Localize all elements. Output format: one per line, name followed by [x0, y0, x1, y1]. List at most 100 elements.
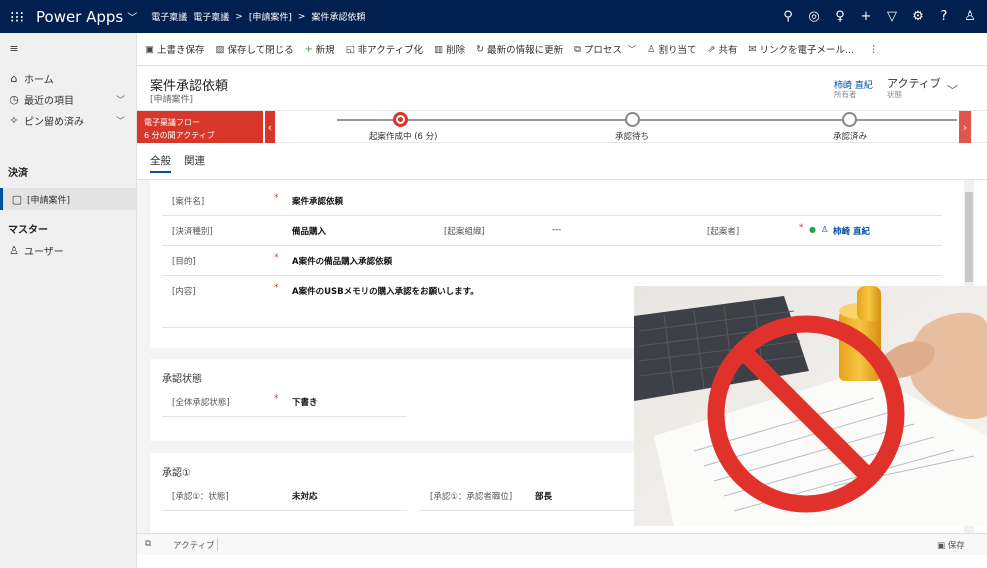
required-mark: * [274, 283, 279, 293]
process-flow-badge[interactable]: 電子稟議フロー 6 分の間アクティブ [137, 111, 263, 144]
sidebar-item-pinned[interactable]: ✧ ピン留め済み ﹀ [0, 113, 137, 128]
drafter-link[interactable]: 柿崎 直紀 [833, 225, 870, 237]
delete-button[interactable]: ▥ 削除 [434, 42, 466, 57]
field-row-type: [決済種別] 備品購入 [起案組織] --- [起案者] * ● ♙ 柿崎 直紀 [162, 216, 942, 246]
header-expand-icon[interactable]: ﹀ [947, 82, 958, 98]
status-label: 状態 [887, 90, 902, 99]
process-label: プロセス [583, 45, 622, 56]
required-mark: * [799, 223, 804, 233]
chevron-down-icon: ﹀ [115, 117, 125, 127]
breadcrumb-entity[interactable]: [申請案件] [249, 10, 292, 23]
bpf-next-arrow[interactable]: › [959, 111, 971, 144]
person-icon: ♙ [9, 244, 19, 257]
email-link-label: リンクを電子メール... [759, 45, 854, 56]
tab-related[interactable]: 関連 [184, 153, 205, 168]
scrollbar-thumb[interactable] [965, 192, 973, 282]
new-button[interactable]: + 新規 [304, 42, 335, 57]
chevron-down-icon: ﹀ [627, 44, 636, 54]
share-button[interactable]: ⇗ 共有 [707, 42, 737, 57]
save-close-button[interactable]: ▨ 保存して閉じる [216, 42, 294, 57]
pin-icon: ✧ [9, 114, 19, 127]
sidebar-item-label: 最近の項目 [24, 96, 74, 107]
form-tabs: 全般 関連 [137, 143, 987, 180]
section-title: 承認状態 [162, 374, 202, 385]
chevron-down-icon: ﹀ [127, 13, 138, 24]
stage-3-label[interactable]: 承認済み [833, 130, 867, 142]
field-value[interactable]: 未対応 [292, 490, 318, 502]
refresh-label: 最新の情報に更新 [487, 45, 564, 56]
field-value[interactable]: 部長 [535, 490, 552, 502]
field-overall-status[interactable]: [全体承認状態] * 下書き [162, 387, 407, 417]
stage-2-label[interactable]: 承認待ち [615, 130, 649, 142]
filter-icon[interactable]: ▽ [879, 9, 905, 24]
search-icon[interactable]: ⚲ [775, 9, 801, 24]
app-launcher-icon[interactable]: ⁝⁝⁝ [0, 0, 34, 33]
save-button[interactable]: ▣ 上書き保存 [145, 42, 205, 57]
field-label: [決済種別] [172, 227, 213, 237]
field-value[interactable]: --- [552, 225, 561, 235]
top-icons: ⚲ ◎ ♀ + ▽ ⚙ ? ♙ [775, 0, 983, 33]
add-icon[interactable]: + [853, 9, 879, 24]
app-name: Power Apps [36, 7, 124, 26]
required-mark: * [274, 193, 279, 203]
lightbulb-icon[interactable]: ♀ [827, 9, 853, 24]
expand-icon[interactable]: ⧉ [145, 539, 151, 549]
field-a1-status[interactable]: [承認①：状態] 未対応 [162, 481, 407, 511]
save-icon: ▣ [145, 43, 154, 55]
sidebar-item-label: ユーザー [24, 247, 64, 258]
stamp-photo-illustration [634, 286, 987, 526]
sidebar-group-settlement: 決済 [8, 168, 28, 179]
field-value[interactable]: A案件の備品購入承認依頼 [292, 255, 392, 267]
field-purpose[interactable]: [目的] * A案件の備品購入承認依頼 [162, 246, 942, 276]
field-value[interactable]: A案件のUSBメモリの購入承認をお願いします。 [292, 285, 479, 297]
breadcrumb-root[interactable]: 電子稟議 [151, 10, 187, 23]
more-commands-icon[interactable]: ⋮ [869, 44, 879, 55]
user-icon[interactable]: ♙ [957, 9, 983, 24]
flow-name: 電子稟議フロー [144, 118, 200, 127]
refresh-button[interactable]: ↻ 最新の情報に更新 [476, 42, 564, 57]
field-label: [起案者] [707, 227, 740, 237]
process-icon: ⧉ [574, 43, 581, 55]
command-bar: ▣ 上書き保存 ▨ 保存して閉じる + 新規 ◱ 非アクティブ化 ▥ 削除 ↻ 最新の情報に… [137, 33, 987, 66]
sidebar-item-label: ホーム [24, 75, 54, 86]
assign-label: 割り当て [658, 45, 697, 56]
field-case-name[interactable]: [案件名] * 案件承認依頼 [162, 186, 942, 216]
process-button[interactable]: ⧉ プロセス ﹀ [574, 42, 636, 57]
clock-icon: ◷ [9, 93, 19, 106]
delete-label: 削除 [446, 45, 466, 56]
stage-1-label[interactable]: 起案作成中 (6 分) [369, 130, 437, 142]
menu-icon: ≡ [9, 42, 19, 55]
section-title: 承認① [162, 468, 191, 479]
tab-general[interactable]: 全般 [150, 153, 171, 173]
settings-icon[interactable]: ⚙ [905, 9, 931, 24]
assign-button[interactable]: ♙ 割り当て [647, 42, 697, 57]
sidebar-item-requests[interactable]: ▢ [申請案件] [0, 188, 137, 210]
plus-icon: + [304, 43, 313, 55]
chevron-down-icon: ﹀ [115, 96, 125, 106]
email-icon: ✉ [748, 43, 757, 55]
deactivate-button[interactable]: ◱ 非アクティブ化 [346, 42, 423, 57]
field-value[interactable]: 備品購入 [292, 225, 326, 237]
hamburger-menu[interactable]: ≡ [0, 42, 137, 55]
footer-save-button[interactable]: ▣ 保存 [937, 539, 965, 551]
help-icon[interactable]: ? [931, 9, 957, 24]
stage-3-dot[interactable] [842, 112, 857, 127]
bpf-prev-arrow[interactable]: ‹ [265, 111, 275, 144]
field-a1-position[interactable]: [承認①：承認者職位] 部長 [420, 481, 650, 511]
sidebar-item-home[interactable]: ⌂ ホーム [0, 71, 137, 86]
stage-2-dot[interactable] [625, 112, 640, 127]
email-link-button[interactable]: ✉ リンクを電子メール... [748, 42, 854, 57]
sidebar-item-users[interactable]: ♙ ユーザー [0, 243, 137, 258]
breadcrumb-sep: > [235, 11, 243, 22]
sidebar-item-recent[interactable]: ◷ 最近の項目 ﹀ [0, 92, 137, 107]
field-value[interactable]: 下書き [292, 396, 318, 408]
task-icon[interactable]: ◎ [801, 9, 827, 24]
prohibited-stamp-photo [634, 286, 987, 526]
stage-1-dot[interactable] [393, 112, 408, 127]
breadcrumb-app[interactable]: 電子稟議 [193, 10, 229, 23]
field-label: [承認①：状態] [172, 492, 229, 502]
refresh-icon: ↻ [476, 43, 485, 55]
field-value[interactable]: 案件承認依頼 [292, 195, 343, 207]
required-mark: * [274, 394, 279, 404]
app-switcher[interactable]: Power Apps ﹀ [36, 8, 137, 26]
